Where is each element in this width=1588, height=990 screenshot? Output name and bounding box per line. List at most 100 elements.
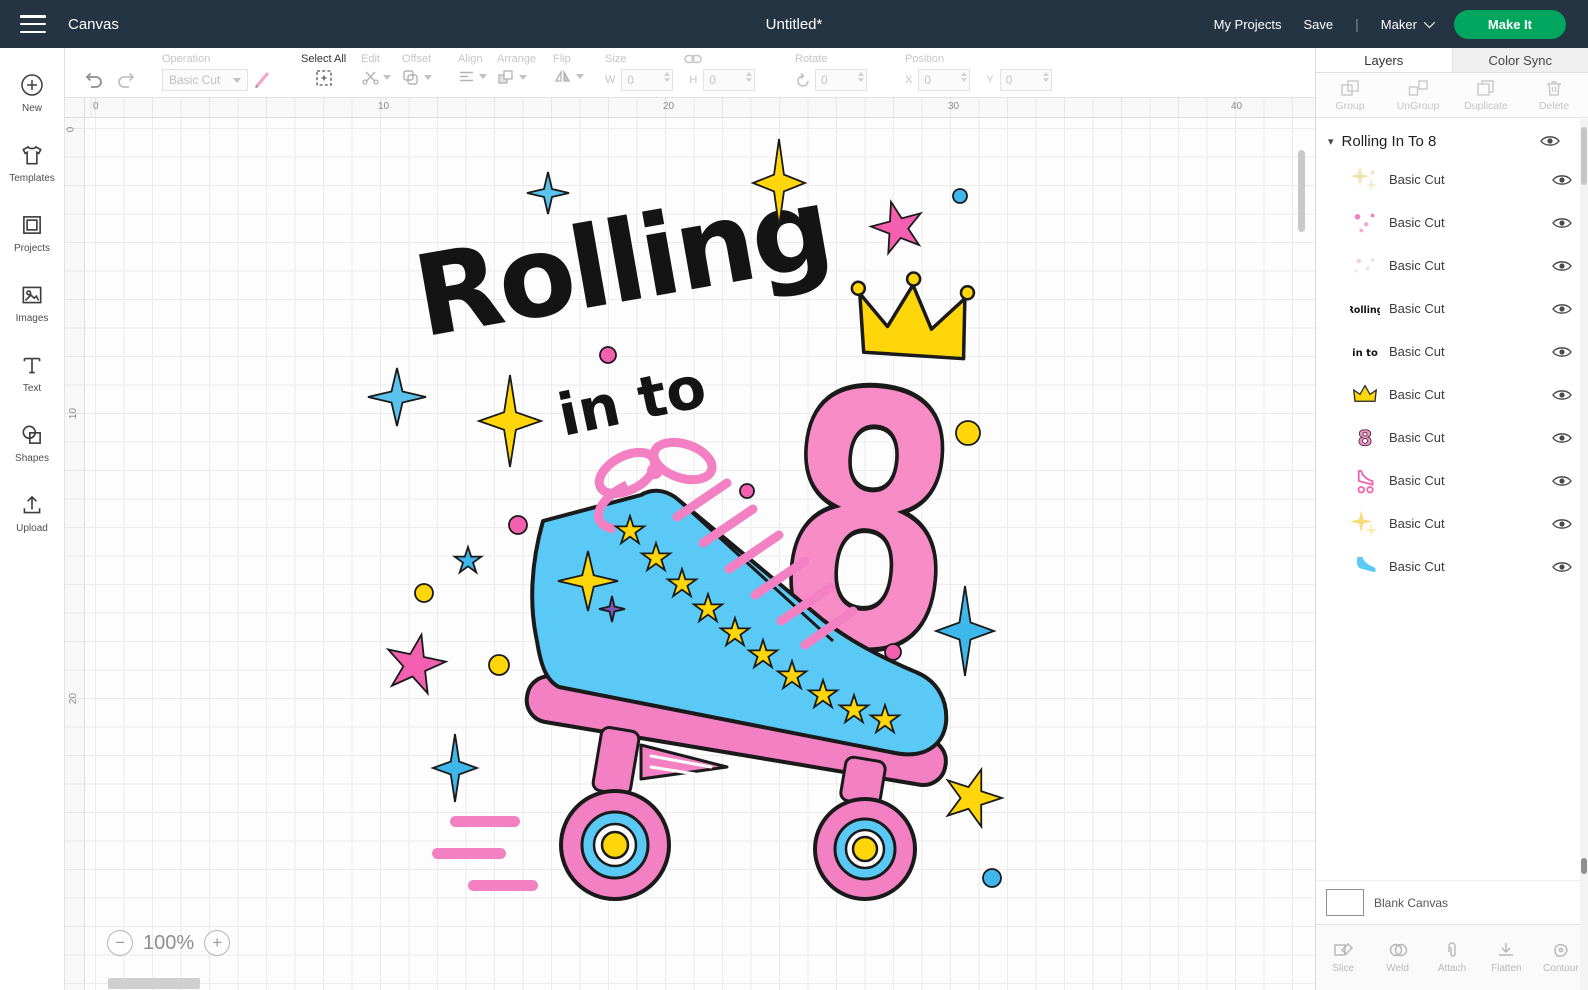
stepper-icon[interactable] [664,72,671,82]
design-artwork[interactable]: Rolling in to 8 [375,133,1025,933]
select-all-icon [315,70,332,86]
caret-down-icon [479,74,487,79]
layer-row[interactable]: Basic Cut [1316,373,1588,416]
canvas-label: Canvas [68,15,119,33]
layer-row[interactable]: 8 Basic Cut [1316,416,1588,459]
zoom-in-button[interactable]: + [204,930,231,956]
zoom-out-button[interactable]: − [107,930,133,956]
size-lock-link-icon[interactable] [684,54,703,64]
redo-icon[interactable] [117,70,137,88]
visibility-eye-icon[interactable] [1552,217,1572,229]
edit-scissors-icon [362,71,379,85]
visibility-eye-icon[interactable] [1552,174,1572,186]
offset-group[interactable]: Offset [402,53,432,86]
position-y-input[interactable]: 0 [999,69,1052,91]
zoom-control: − 100% + [107,930,231,956]
layer-row[interactable]: Basic Cut [1316,545,1588,588]
slice-button[interactable]: Slice [1316,925,1370,990]
collapse-caret-icon[interactable]: ▾ [1328,135,1334,148]
horizontal-ruler: 0 10 20 30 40 [85,98,1315,118]
top-bar: Canvas Untitled* My Projects Save | Make… [0,0,1588,48]
layer-row[interactable]: Basic Cut [1316,502,1588,545]
layer-thumb-number-eight: 8 [1350,422,1380,453]
panel-tabs: Layers Color Sync [1316,48,1588,73]
caret-down-icon [519,74,527,80]
sidebar-item-projects[interactable]: Projects [0,198,64,268]
canvas-vertical-scrollbar[interactable] [1298,150,1305,232]
rotate-icon [797,72,809,87]
layer-row[interactable]: in to Basic Cut [1316,330,1588,373]
layer-thumb-sparkles-faint [1350,164,1380,195]
layer-row[interactable]: Basic Cut [1316,244,1588,287]
visibility-eye-icon[interactable] [1552,389,1572,401]
save-link[interactable]: Save [1304,17,1334,32]
align-group[interactable]: Align [458,53,487,84]
operation-dropdown[interactable]: Basic Cut [162,69,248,91]
tab-layers[interactable]: Layers [1316,48,1452,72]
group-button[interactable]: Group [1316,73,1384,117]
visibility-eye-icon[interactable] [1552,518,1572,530]
visibility-eye-icon[interactable] [1552,260,1572,272]
stepper-icon[interactable] [746,72,753,82]
left-sidebar: New Templates Projects Images Text Shape… [0,48,65,990]
flatten-button[interactable]: Flatten [1479,925,1533,990]
attach-button[interactable]: Attach [1425,925,1479,990]
ungroup-button[interactable]: UnGroup [1384,73,1452,117]
layer-row[interactable]: Basic Cut [1316,459,1588,502]
duplicate-button[interactable]: Duplicate [1452,73,1520,117]
height-input[interactable]: 0 [703,69,756,91]
layer-row[interactable]: Basic Cut [1316,158,1588,201]
width-input[interactable]: 0 [621,69,674,91]
upload-icon [23,495,41,514]
make-it-button[interactable]: Make It [1453,9,1566,39]
visibility-eye-icon[interactable] [1540,135,1560,147]
projects-icon [23,216,41,234]
position-x-input[interactable]: 0 [918,69,971,91]
arrange-icon [498,70,513,84]
sidebar-item-text[interactable]: Text [0,338,64,408]
flip-icon [554,69,571,82]
hamburger-menu-icon[interactable] [20,15,46,33]
layer-row[interactable]: Rolling Basic Cut [1316,287,1588,330]
select-all-group[interactable]: Select All [301,53,346,87]
my-projects-link[interactable]: My Projects [1214,17,1282,32]
layer-row[interactable]: Basic Cut [1316,201,1588,244]
caret-down-icon [576,74,584,79]
ungroup-icon [1408,79,1428,96]
flip-group[interactable]: Flip [553,53,584,84]
layer-thumb-word-rolling: Rolling [1350,293,1380,324]
weld-button[interactable]: Weld [1370,925,1424,990]
layer-group-header[interactable]: ▾ Rolling In To 8 [1316,124,1588,158]
arrange-group[interactable]: Arrange [497,53,536,85]
stepper-icon[interactable] [961,72,968,82]
panel-scrollbar[interactable] [1580,119,1588,990]
sidebar-item-templates[interactable]: Templates [0,128,64,198]
edit-group[interactable]: Edit [361,53,391,85]
zoom-level: 100% [143,931,195,954]
visibility-eye-icon[interactable] [1552,432,1572,444]
blank-canvas-swatch[interactable] [1326,889,1364,916]
shapes-icon [22,425,41,444]
operation-color-pen-icon[interactable] [252,70,272,90]
blank-canvas-label: Blank Canvas [1374,895,1449,910]
machine-selector[interactable]: Maker [1381,17,1435,32]
sidebar-item-shapes[interactable]: Shapes [0,408,64,478]
layer-tools-bar: Slice Weld Attach Flatten Contour [1316,924,1588,990]
tab-color-sync[interactable]: Color Sync [1451,48,1588,72]
stepper-icon[interactable] [1042,72,1049,82]
svg-text:in to: in to [1352,347,1378,358]
sidebar-item-new[interactable]: New [0,58,64,128]
sidebar-item-upload[interactable]: Upload [0,478,64,548]
sidebar-item-images[interactable]: Images [0,268,64,338]
rotate-input[interactable]: 0 [815,69,867,91]
design-grid[interactable]: Rolling in to 8 − 100% + [85,118,1315,990]
edit-toolbar: Operation Basic Cut Select All Edit Offs… [65,48,1315,98]
visibility-eye-icon[interactable] [1552,561,1572,573]
delete-button[interactable]: Delete [1520,73,1588,117]
stepper-icon[interactable] [858,72,864,82]
visibility-eye-icon[interactable] [1552,346,1572,358]
visibility-eye-icon[interactable] [1552,303,1572,315]
undo-icon[interactable] [83,70,103,88]
canvas-horizontal-scrollbar[interactable] [108,978,200,989]
visibility-eye-icon[interactable] [1552,475,1572,487]
